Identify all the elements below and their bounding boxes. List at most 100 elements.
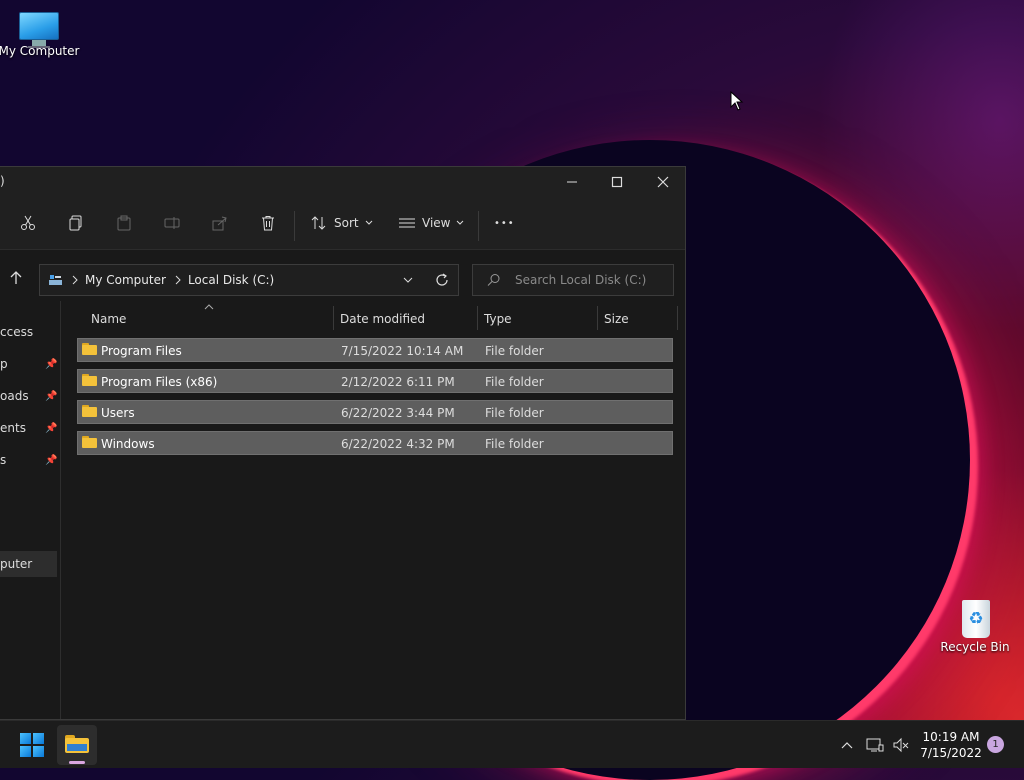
close-icon — [657, 176, 669, 188]
show-hidden-icons-button[interactable] — [840, 721, 854, 769]
sort-button[interactable]: Sort — [310, 210, 374, 236]
monitor-icon — [19, 12, 59, 48]
pin-icon: 📌 — [45, 422, 58, 434]
paste-icon — [117, 215, 131, 231]
refresh-button[interactable] — [434, 272, 450, 291]
window-title: ) — [0, 174, 5, 188]
column-header-date[interactable]: Date modified — [340, 312, 425, 326]
minimize-icon — [567, 181, 577, 183]
volume-button[interactable] — [892, 721, 910, 769]
sidebar-item-label: s — [0, 453, 7, 467]
trash-icon — [262, 216, 274, 231]
chevron-right-icon — [175, 275, 181, 285]
sidebar-item-label: oads — [0, 389, 29, 403]
desktop-icon-my-computer[interactable]: My Computer — [0, 12, 84, 58]
search-icon — [487, 274, 500, 286]
file-type: File folder — [485, 375, 544, 389]
view-label: View — [422, 216, 451, 230]
column-separator[interactable] — [477, 306, 478, 330]
start-button[interactable] — [20, 733, 44, 757]
file-type: File folder — [485, 437, 544, 451]
notification-badge[interactable]: 1 — [987, 736, 1004, 753]
column-header-name[interactable]: Name — [91, 312, 126, 326]
breadcrumb-my-computer[interactable]: My Computer — [85, 273, 166, 287]
sidebar-item-label: ccess — [0, 325, 34, 339]
command-bar: Sort View ••• — [0, 197, 685, 250]
file-date: 2/12/2022 6:11 PM — [341, 375, 455, 389]
search-input[interactable] — [513, 272, 667, 288]
chevron-down-icon — [403, 277, 413, 283]
folder-icon — [82, 374, 97, 386]
chevron-down-icon — [457, 220, 464, 225]
clock[interactable]: 10:19 AM 7/15/2022 — [916, 729, 986, 761]
sidebar-item-quick-access[interactable]: ccess — [0, 319, 57, 345]
file-list: Name Date modified Type Size Program Fil… — [75, 301, 678, 462]
file-date: 6/22/2022 3:44 PM — [341, 406, 455, 420]
sidebar-item-downloads[interactable]: oads 📌 — [0, 383, 57, 409]
title-bar: ) — [0, 167, 685, 197]
column-separator[interactable] — [677, 306, 678, 330]
file-explorer-window: ) Sort View ••• My Computer Local Disk (… — [0, 166, 686, 720]
share-button[interactable] — [212, 210, 228, 236]
column-separator[interactable] — [333, 306, 334, 330]
sidebar-item-pictures[interactable]: s 📌 — [0, 447, 57, 473]
refresh-icon — [436, 273, 448, 286]
toolbar-separator — [294, 211, 295, 241]
table-row[interactable]: Users 6/22/2022 3:44 PM File folder — [77, 400, 673, 424]
sidebar-item-label: ents — [0, 421, 26, 435]
more-options-button[interactable]: ••• — [494, 210, 515, 236]
folder-icon — [82, 436, 97, 448]
column-separator[interactable] — [597, 306, 598, 330]
up-button[interactable] — [8, 270, 24, 289]
copy-button[interactable] — [68, 210, 84, 236]
table-row[interactable]: Program Files 7/15/2022 10:14 AM File fo… — [77, 338, 673, 362]
column-header-type[interactable]: Type — [484, 312, 512, 326]
table-row[interactable]: Program Files (x86) 2/12/2022 6:11 PM Fi… — [77, 369, 673, 393]
file-name: Users — [101, 406, 135, 420]
breadcrumb-local-disk[interactable]: Local Disk (C:) — [188, 273, 274, 287]
arrow-up-icon — [10, 271, 22, 284]
maximize-button[interactable] — [594, 167, 640, 197]
sidebar-item-desktop[interactable]: p 📌 — [0, 351, 57, 377]
minimize-button[interactable] — [549, 167, 595, 197]
more-options-icon: ••• — [494, 217, 515, 229]
network-button[interactable] — [866, 721, 884, 769]
file-name: Windows — [101, 437, 155, 451]
view-button[interactable]: View — [398, 210, 465, 236]
sidebar-item-my-computer[interactable]: puter — [0, 551, 57, 577]
volume-muted-icon — [893, 737, 909, 753]
rename-icon — [164, 217, 180, 229]
pin-icon: 📌 — [45, 358, 58, 370]
scissors-icon — [21, 215, 35, 230]
search-box[interactable] — [472, 264, 674, 296]
network-icon — [866, 738, 884, 752]
clock-date: 7/15/2022 — [920, 746, 982, 760]
taskbar: 10:19 AM 7/15/2022 1 — [0, 720, 1024, 768]
paste-button[interactable] — [116, 210, 132, 236]
desktop-icon-label: Recycle Bin — [940, 640, 1010, 654]
close-button[interactable] — [640, 167, 686, 197]
pin-icon: 📌 — [45, 390, 58, 402]
desktop-icon-recycle-bin[interactable]: ♻ Recycle Bin — [930, 596, 1020, 654]
address-bar[interactable]: My Computer Local Disk (C:) — [39, 264, 459, 296]
file-type: File folder — [485, 344, 544, 358]
delete-button[interactable] — [260, 210, 276, 236]
address-history-dropdown[interactable] — [402, 275, 414, 289]
column-header-size[interactable]: Size — [604, 312, 629, 326]
table-row[interactable]: Windows 6/22/2022 4:32 PM File folder — [77, 431, 673, 455]
maximize-icon — [611, 176, 623, 188]
cut-button[interactable] — [20, 210, 36, 236]
rename-button[interactable] — [164, 210, 180, 236]
taskbar-file-explorer[interactable] — [57, 725, 97, 765]
sort-icon — [311, 216, 326, 230]
toolbar-separator — [478, 211, 479, 241]
file-name: Program Files — [101, 344, 182, 358]
clock-time: 10:19 AM — [922, 730, 980, 744]
chevron-up-icon — [841, 742, 853, 749]
sidebar-item-documents[interactable]: ents 📌 — [0, 415, 57, 441]
chevron-down-icon — [365, 220, 372, 225]
recycle-bin-icon: ♻ — [958, 596, 992, 638]
file-date: 7/15/2022 10:14 AM — [341, 344, 464, 358]
navigation-pane: ccess p 📌 oads 📌 ents 📌 s 📌 puter — [0, 301, 61, 719]
sidebar-item-label: puter — [0, 557, 33, 571]
